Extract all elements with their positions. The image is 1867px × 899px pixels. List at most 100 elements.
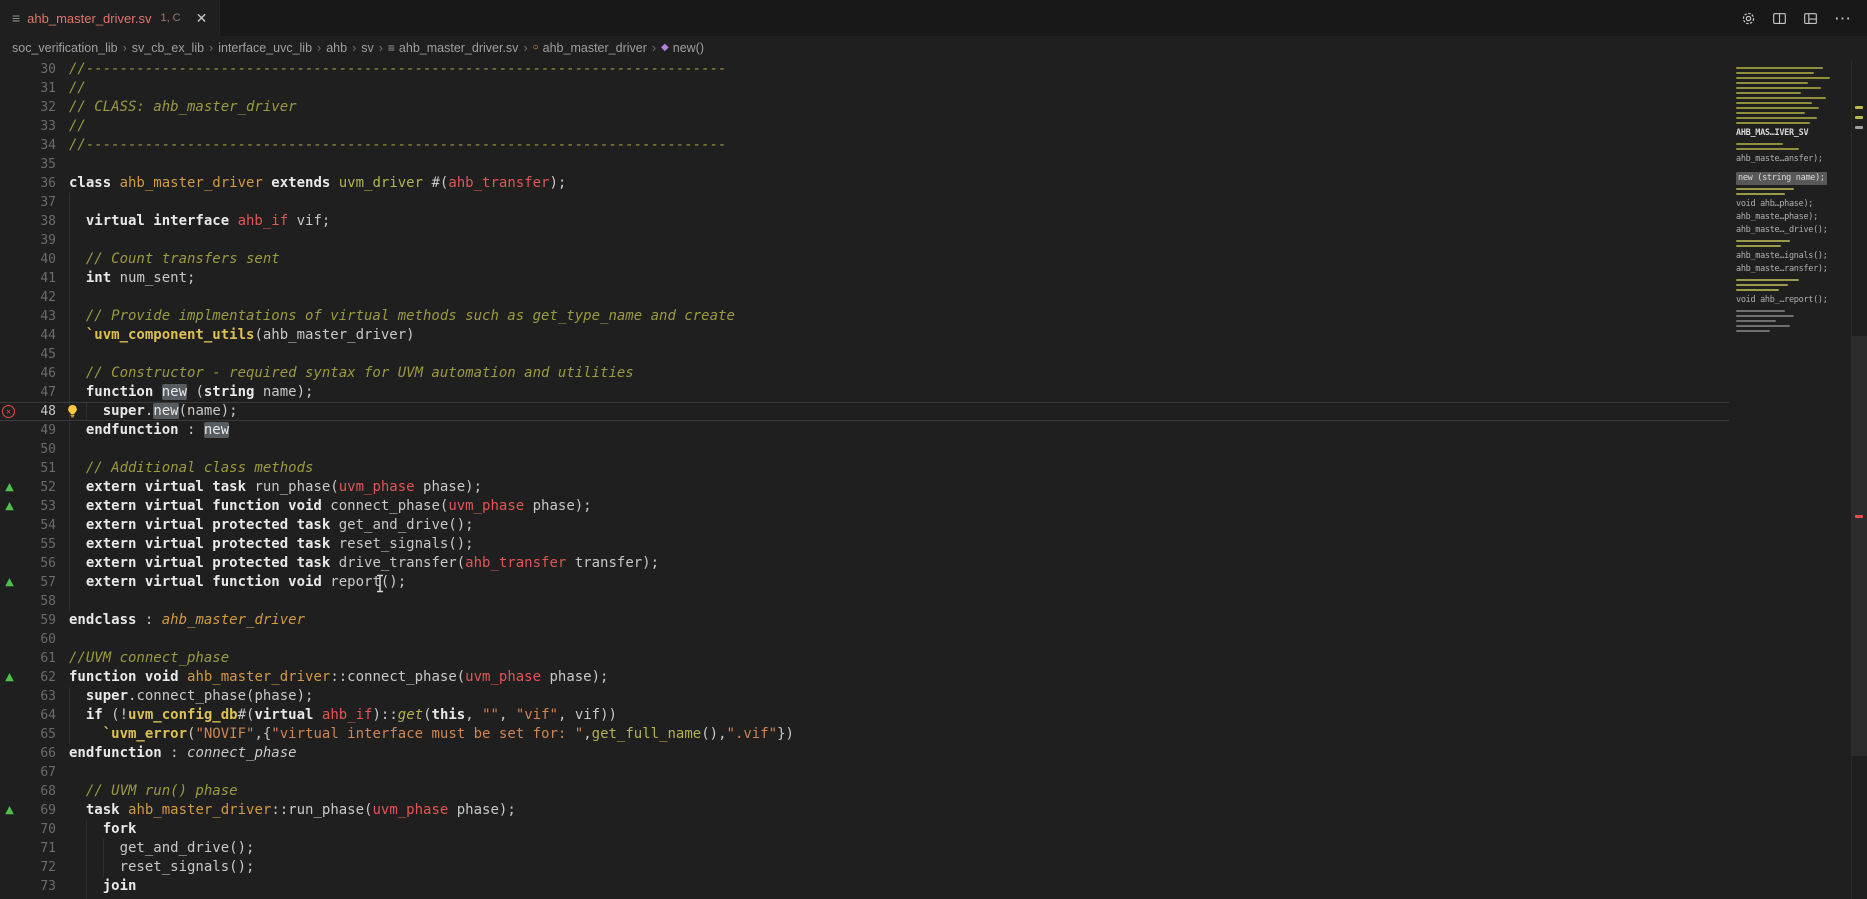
- code-text: class ahb_master_driver extends uvm_driv…: [56, 174, 566, 193]
- code-text: task ahb_master_driver::run_phase(uvm_ph…: [56, 801, 516, 820]
- line-number: 66: [26, 744, 56, 763]
- code-line-73[interactable]: 73 join: [0, 877, 1740, 896]
- arrow-icon[interactable]: [0, 668, 26, 687]
- close-icon[interactable]: ✕: [196, 10, 208, 27]
- editor-pane[interactable]: 30//------------------------------------…: [0, 60, 1740, 899]
- code-line-70[interactable]: 70 fork: [0, 820, 1740, 839]
- code-line-53[interactable]: 53 extern virtual function void connect_…: [0, 497, 1740, 516]
- code-line-58[interactable]: 58: [0, 592, 1740, 611]
- code-line-32[interactable]: 32// CLASS: ahb_master_driver: [0, 98, 1740, 117]
- code-line-52[interactable]: 52 extern virtual task run_phase(uvm_pha…: [0, 478, 1740, 497]
- scrollbar-thumb[interactable]: [1852, 336, 1867, 756]
- overview-ruler[interactable]: [1851, 60, 1867, 899]
- code-line-49[interactable]: 49 endfunction : new: [0, 421, 1740, 440]
- code-line-47[interactable]: 47 function new (string name);: [0, 383, 1740, 402]
- breadcrumb-item-sv-cb-ex-lib[interactable]: sv_cb_ex_lib: [132, 41, 204, 55]
- code-line-66[interactable]: 66endfunction : connect_phase: [0, 744, 1740, 763]
- breadcrumb-item-new[interactable]: ◆new(): [661, 41, 704, 55]
- editor-actions: ⋯: [1741, 0, 1867, 36]
- gutter-margin: [0, 459, 26, 478]
- breadcrumb-item-ahb-master-driver-sv[interactable]: ≡ahb_master_driver.sv: [388, 41, 519, 55]
- code-line-35[interactable]: 35: [0, 155, 1740, 174]
- line-number: 49: [26, 421, 56, 440]
- arrow-icon[interactable]: [0, 573, 26, 592]
- code-line-43[interactable]: 43 // Provide implmentations of virtual …: [0, 307, 1740, 326]
- code-line-39[interactable]: 39: [0, 231, 1740, 250]
- arrow-icon[interactable]: [0, 478, 26, 497]
- arrow-icon[interactable]: [0, 801, 26, 820]
- breadcrumb-item-interface-uvc-lib[interactable]: interface_uvc_lib: [218, 41, 312, 55]
- breadcrumb-item-ahb[interactable]: ahb: [326, 41, 347, 55]
- code-line-68[interactable]: 68 // UVM run() phase: [0, 782, 1740, 801]
- breadcrumb-separator: ›: [652, 41, 656, 55]
- code-line-42[interactable]: 42: [0, 288, 1740, 307]
- more-actions-icon[interactable]: ⋯: [1834, 10, 1851, 27]
- gutter-margin: [0, 326, 26, 345]
- tab-ahb-master-driver-sv[interactable]: ≡ ahb_master_driver.sv 1, C ✕: [0, 0, 220, 36]
- line-number: 54: [26, 516, 56, 535]
- code-line-55[interactable]: 55 extern virtual protected task reset_s…: [0, 535, 1740, 554]
- code-text: //: [56, 79, 86, 98]
- gutter-margin: [0, 516, 26, 535]
- customize-layout-icon[interactable]: [1803, 11, 1818, 26]
- code-line-36[interactable]: 36class ahb_master_driver extends uvm_dr…: [0, 174, 1740, 193]
- minimap[interactable]: AHB_MAS…IVER_SVahb_maste…ansfer);new (st…: [1729, 60, 1852, 899]
- gutter-margin: [0, 250, 26, 269]
- code-line-51[interactable]: 51 // Additional class methods: [0, 459, 1740, 478]
- code-line-31[interactable]: 31//: [0, 79, 1740, 98]
- code-line-69[interactable]: 69 task ahb_master_driver::run_phase(uvm…: [0, 801, 1740, 820]
- code-line-57[interactable]: 57 extern virtual function void report()…: [0, 573, 1740, 592]
- code-line-64[interactable]: 64 if (!uvm_config_db#(virtual ahb_if)::…: [0, 706, 1740, 725]
- code-line-62[interactable]: 62function void ahb_master_driver::conne…: [0, 668, 1740, 687]
- error-icon[interactable]: ✕: [0, 402, 26, 421]
- breadcrumb-item-ahb-master-driver[interactable]: ○ahb_master_driver: [533, 41, 647, 55]
- code-line-33[interactable]: 33//: [0, 117, 1740, 136]
- code-line-37[interactable]: 37: [0, 193, 1740, 212]
- breadcrumb-item-soc-verification-lib[interactable]: soc_verification_lib: [12, 41, 118, 55]
- line-number: 37: [26, 193, 56, 212]
- gutter-margin: [0, 155, 26, 174]
- code-text: virtual interface ahb_if vif;: [56, 212, 330, 231]
- code-line-50[interactable]: 50: [0, 440, 1740, 459]
- code-text: [56, 630, 69, 649]
- line-number: 71: [26, 839, 56, 858]
- code-line-72[interactable]: 72 reset_signals();: [0, 858, 1740, 877]
- gutter-margin: [0, 440, 26, 459]
- code-line-54[interactable]: 54 extern virtual protected task get_and…: [0, 516, 1740, 535]
- code-line-45[interactable]: 45: [0, 345, 1740, 364]
- arrow-icon[interactable]: [0, 497, 26, 516]
- code-line-38[interactable]: 38 virtual interface ahb_if vif;: [0, 212, 1740, 231]
- split-editor-icon[interactable]: [1772, 11, 1787, 26]
- code-line-56[interactable]: 56 extern virtual protected task drive_t…: [0, 554, 1740, 573]
- code-line-40[interactable]: 40 // Count transfers sent: [0, 250, 1740, 269]
- code-line-44[interactable]: 44 `uvm_component_utils(ahb_master_drive…: [0, 326, 1740, 345]
- code-line-63[interactable]: 63 super.connect_phase(phase);: [0, 687, 1740, 706]
- gutter-margin: [0, 820, 26, 839]
- code-line-67[interactable]: 67: [0, 763, 1740, 782]
- code-text: // UVM run() phase: [56, 782, 238, 801]
- line-number: 46: [26, 364, 56, 383]
- line-number: 40: [26, 250, 56, 269]
- settings-gear-icon[interactable]: [1741, 11, 1756, 26]
- code-text: [56, 440, 69, 459]
- breadcrumb-item-sv[interactable]: sv: [361, 41, 374, 55]
- code-line-59[interactable]: 59endclass : ahb_master_driver: [0, 611, 1740, 630]
- code-line-60[interactable]: 60: [0, 630, 1740, 649]
- code-line-71[interactable]: 71 get_and_drive();: [0, 839, 1740, 858]
- line-number: 47: [26, 383, 56, 402]
- breadcrumb-separator: ›: [123, 41, 127, 55]
- line-number: 51: [26, 459, 56, 478]
- code-line-61[interactable]: 61//UVM connect_phase: [0, 649, 1740, 668]
- lightbulb-icon[interactable]: [66, 404, 79, 418]
- line-number: 35: [26, 155, 56, 174]
- breadcrumb-label: ahb_master_driver.sv: [399, 41, 519, 55]
- code-line-34[interactable]: 34//------------------------------------…: [0, 136, 1740, 155]
- line-number: 38: [26, 212, 56, 231]
- code-text: // Provide implmentations of virtual met…: [56, 307, 735, 326]
- code-line-46[interactable]: 46 // Constructor - required syntax for …: [0, 364, 1740, 383]
- code-line-30[interactable]: 30//------------------------------------…: [0, 60, 1740, 79]
- code-line-48[interactable]: ✕48 super.new(name);: [0, 402, 1740, 421]
- code-text: extern virtual function void connect_pha…: [56, 497, 592, 516]
- code-line-65[interactable]: 65 `uvm_error("NOVIF",{"virtual interfac…: [0, 725, 1740, 744]
- code-line-41[interactable]: 41 int num_sent;: [0, 269, 1740, 288]
